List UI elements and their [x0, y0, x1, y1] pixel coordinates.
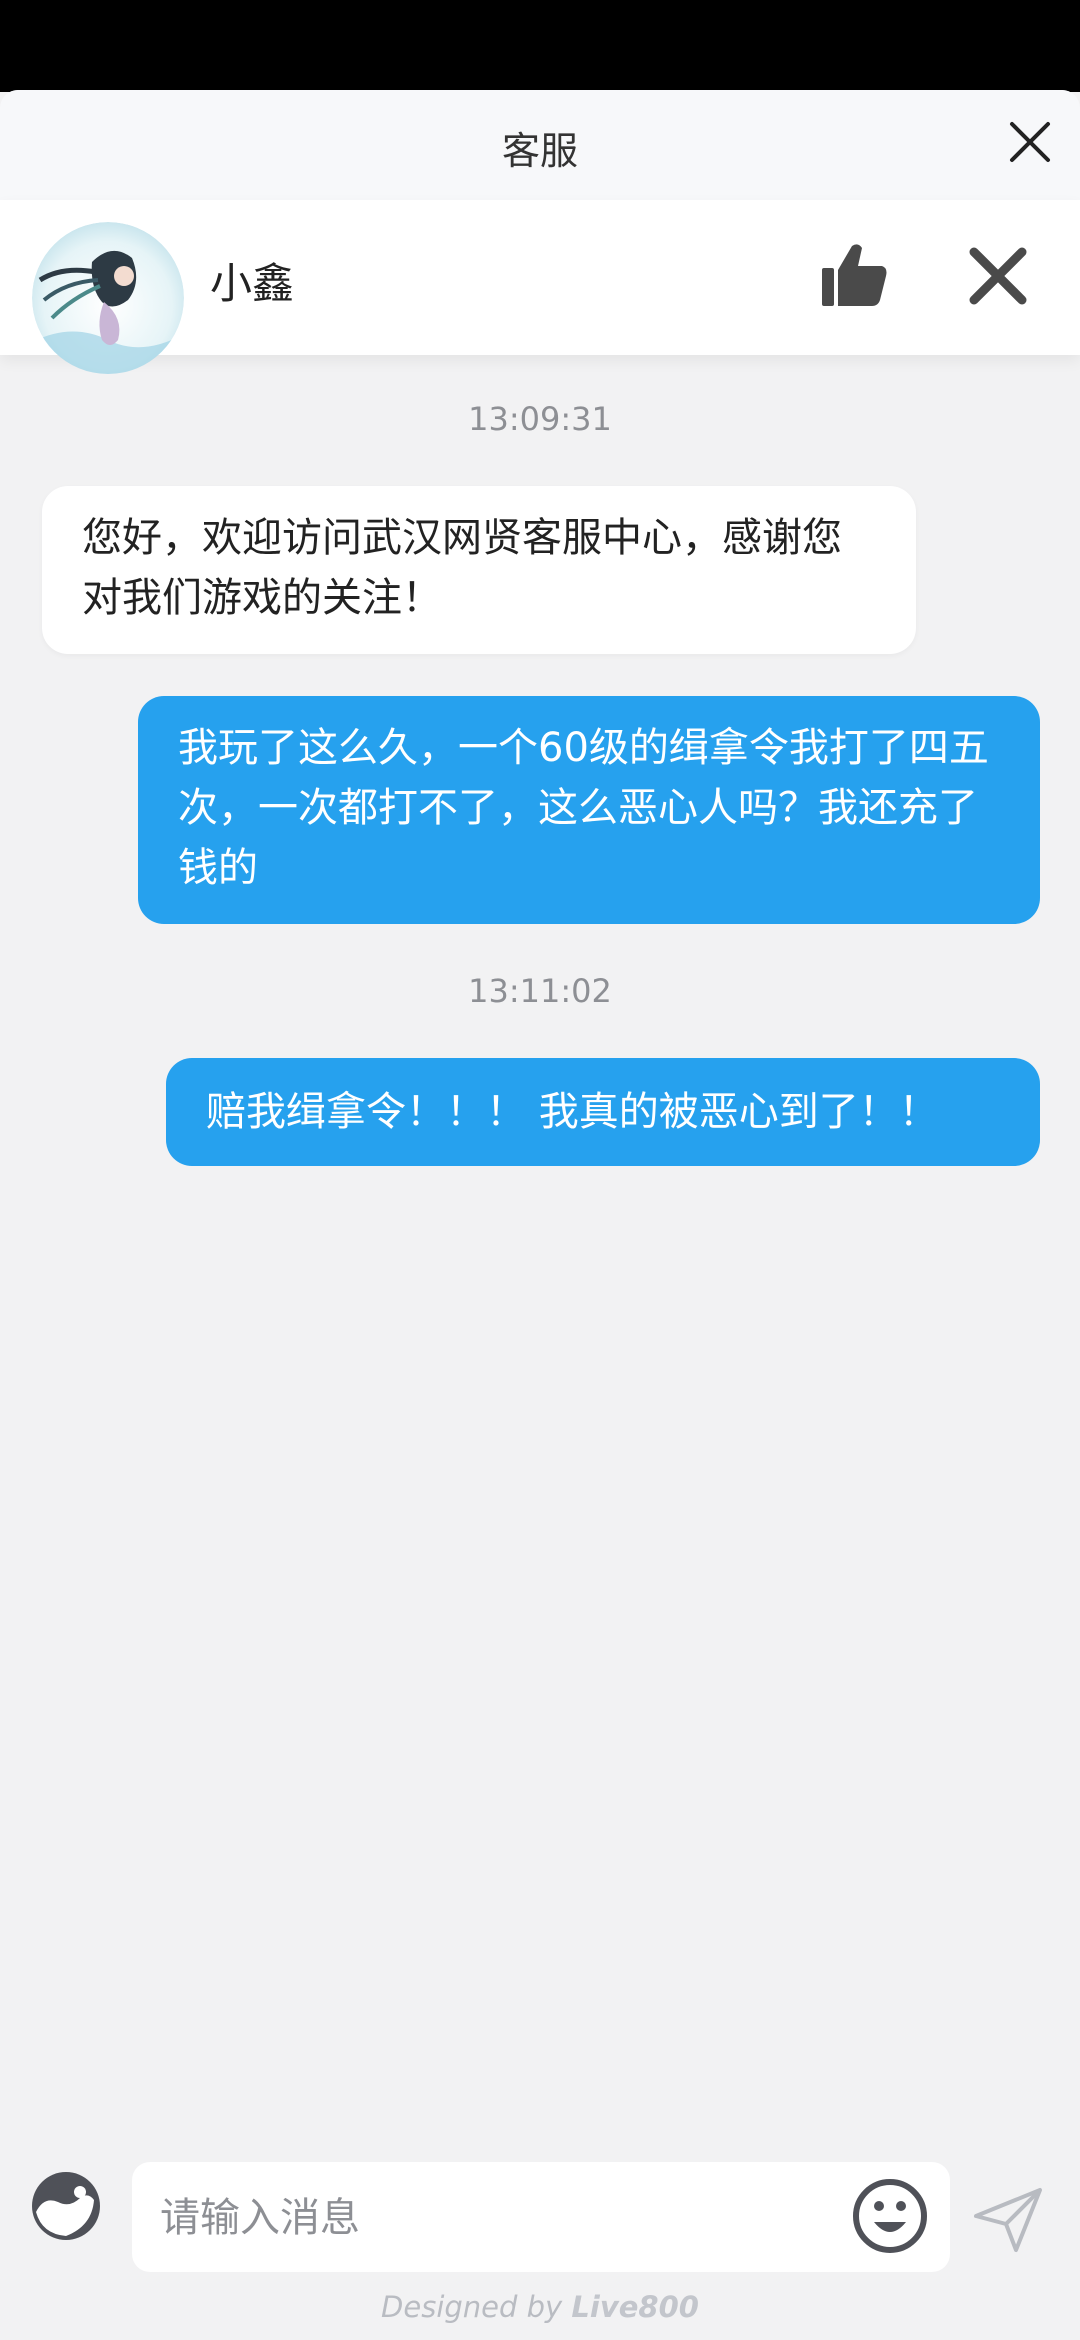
outgoing-message: 我玩了这么久，一个60级的缉拿令我打了四五次，一次都打不了，这么恶心人吗？我还充… — [138, 696, 1040, 924]
message-input-box — [132, 2162, 950, 2274]
end-chat-icon[interactable] — [966, 244, 1030, 308]
title-bar: 客服 — [0, 90, 1080, 200]
thumbs-up-icon[interactable] — [820, 240, 890, 310]
incoming-message: 您好，欢迎访问武汉网贤客服中心，感谢您对我们游戏的关注！ — [42, 486, 916, 654]
message-timestamp: 13:09:31 — [468, 400, 612, 438]
footer-brand: Live800 — [571, 2290, 699, 2324]
chat-sheet: 客服 小鑫 13:09:31 您好，欢迎访问武汉网贤客服中心，感谢您对我们游戏的… — [0, 90, 1080, 2340]
window-title: 客服 — [501, 129, 578, 173]
outgoing-message: 赔我缉拿令！！！ 我真的被恶心到了！！ — [166, 1058, 1040, 1166]
message-input[interactable] — [158, 2162, 842, 2274]
agent-name: 小鑫 — [210, 259, 295, 308]
powered-by-footer: Designed by Live800 — [0, 2290, 1080, 2324]
emoji-icon[interactable] — [850, 2176, 930, 2256]
agent-header: 小鑫 — [0, 200, 1080, 374]
send-icon[interactable] — [972, 2184, 1044, 2256]
agent-avatar — [32, 222, 184, 374]
message-timestamp: 13:11:02 — [468, 972, 612, 1010]
status-bar — [0, 0, 1080, 92]
footer-prefix: Designed by — [381, 2290, 572, 2324]
yin-yang-icon[interactable] — [30, 2170, 102, 2242]
close-icon[interactable] — [1000, 112, 1060, 172]
